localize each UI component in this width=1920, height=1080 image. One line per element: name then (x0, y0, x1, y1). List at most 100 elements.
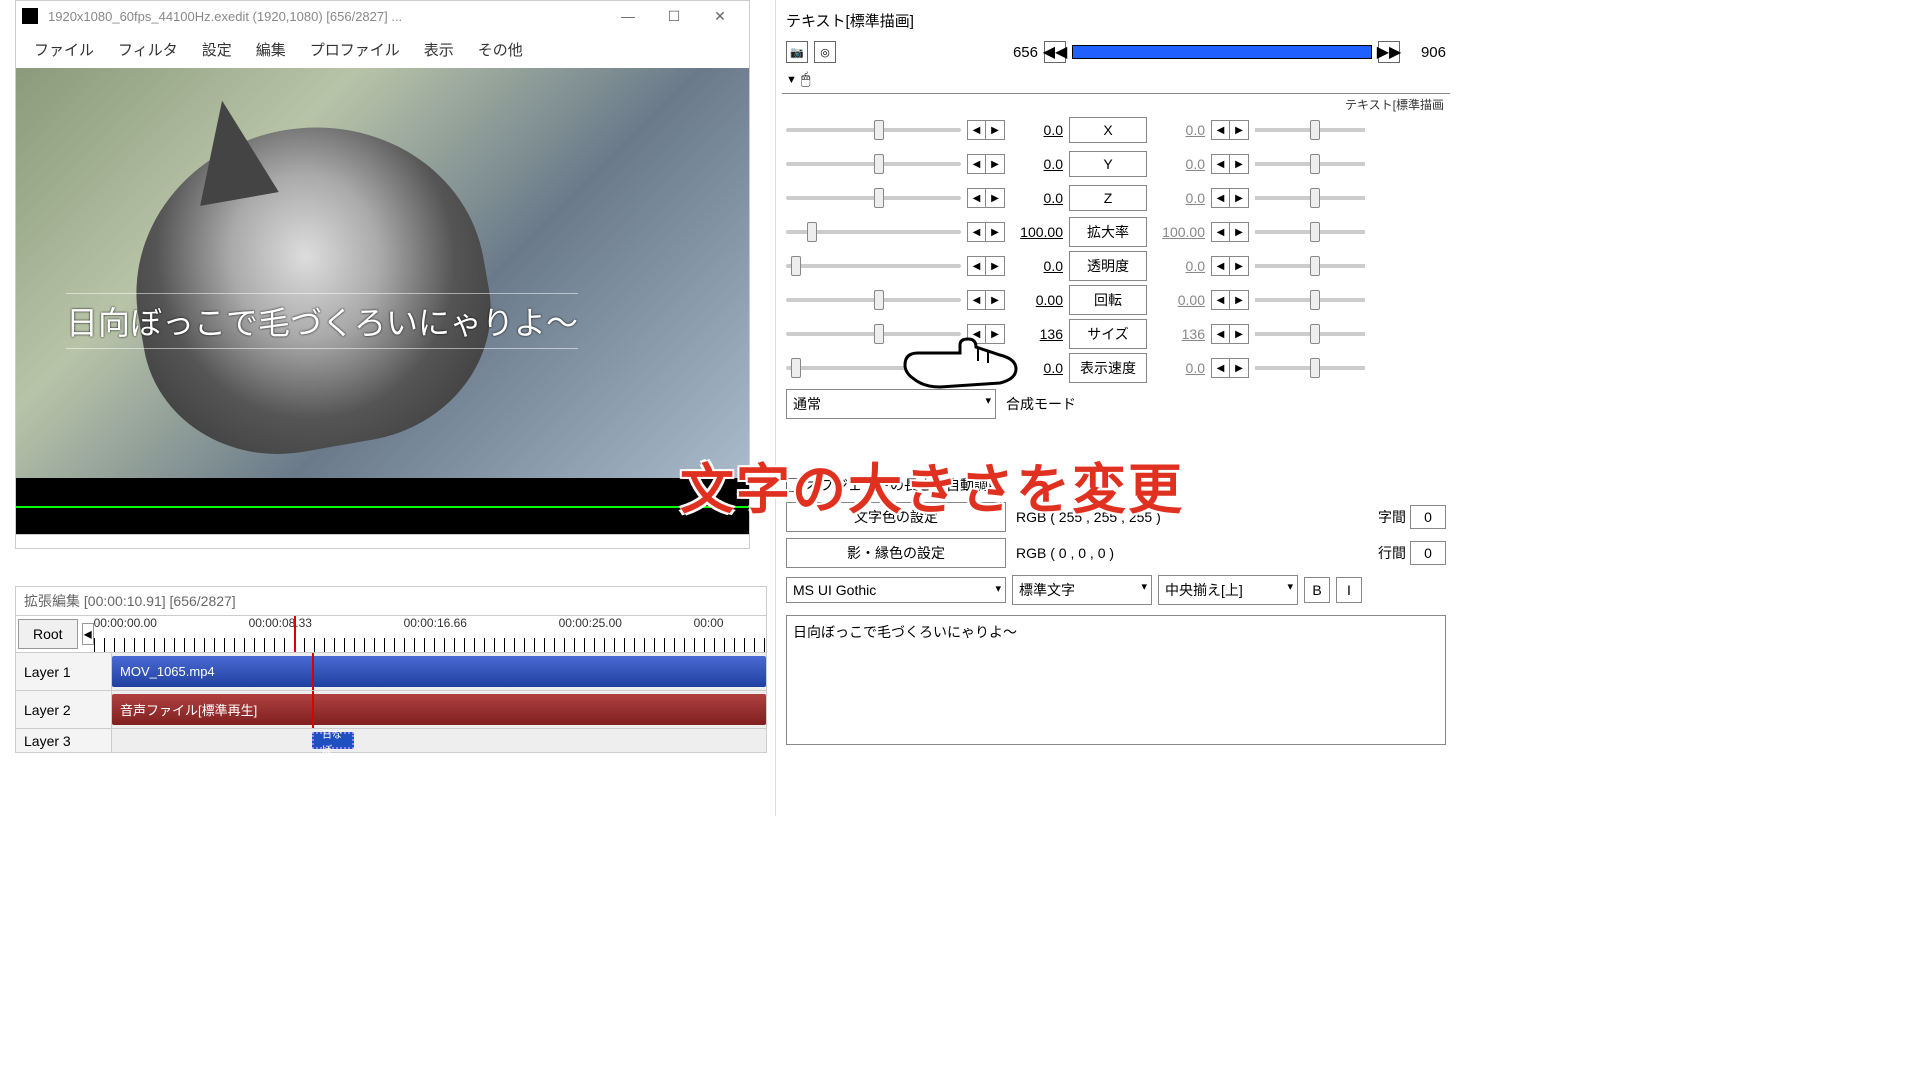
value-left[interactable]: 0.00 (1011, 292, 1063, 308)
step-buttons-right[interactable]: ◀▶ (1211, 256, 1249, 276)
step-buttons-left[interactable]: ◀▶ (967, 120, 1005, 140)
menu-edit[interactable]: 編集 (244, 35, 298, 64)
layer-label-1[interactable]: Layer 1 (16, 653, 112, 690)
slider-right[interactable] (1255, 332, 1365, 336)
step-buttons-right[interactable]: ◀▶ (1211, 222, 1249, 242)
layer-track-1[interactable]: MOV_1065.mp4 (112, 653, 766, 690)
param-label[interactable]: 回転 (1069, 285, 1147, 315)
step-buttons-left[interactable]: ◀▶ (967, 290, 1005, 310)
param-label[interactable]: Y (1069, 151, 1147, 177)
seek-end-icon[interactable]: ▶▶ (1378, 41, 1400, 63)
value-right[interactable]: 136 (1153, 326, 1205, 342)
slider-right[interactable] (1255, 230, 1365, 234)
slider-left[interactable] (786, 298, 961, 302)
slider-left[interactable] (786, 128, 961, 132)
menu-profile[interactable]: プロファイル (298, 35, 412, 64)
value-left[interactable]: 0.0 (1011, 156, 1063, 172)
step-buttons-right[interactable]: ◀▶ (1211, 188, 1249, 208)
bold-button[interactable]: B (1304, 577, 1330, 603)
value-left[interactable]: 0.0 (1011, 122, 1063, 138)
step-down-icon: ◀ (1212, 189, 1230, 207)
collapse-icon[interactable]: ▼ (786, 74, 797, 86)
menu-file[interactable]: ファイル (22, 35, 106, 64)
playhead[interactable] (294, 616, 296, 652)
menu-settings[interactable]: 設定 (190, 35, 244, 64)
font-select[interactable]: MS UI Gothic (786, 577, 1006, 603)
align-select[interactable]: 中央揃え[上] (1158, 575, 1298, 605)
text-content-input[interactable]: 日向ぼっこで毛づくろいにゃりよ〜 (786, 615, 1446, 745)
param-label[interactable]: 透明度 (1069, 251, 1147, 281)
char-spacing-input[interactable]: 0 (1410, 505, 1446, 529)
minimize-button[interactable]: — (605, 1, 651, 31)
value-right[interactable]: 100.00 (1153, 224, 1205, 240)
layer-label-3[interactable]: Layer 3 (16, 729, 112, 752)
step-buttons-right[interactable]: ◀▶ (1211, 154, 1249, 174)
layer-track-2[interactable]: 音声ファイル[標準再生] (112, 691, 766, 728)
seek-start-icon[interactable]: ◀◀ (1044, 41, 1066, 63)
value-left[interactable]: 0.0 (1011, 258, 1063, 274)
param-label[interactable]: 表示速度 (1069, 353, 1147, 383)
layer-label-2[interactable]: Layer 2 (16, 691, 112, 728)
clip-audio[interactable]: 音声ファイル[標準再生] (112, 694, 766, 725)
scroll-left-icon[interactable]: ◂ (82, 623, 94, 645)
font-style-select[interactable]: 標準文字 (1012, 575, 1152, 605)
slider-left[interactable] (786, 264, 961, 268)
step-down-icon: ◀ (1212, 155, 1230, 173)
timeline-ruler[interactable]: 00:00:00.00 00:00:08.33 00:00:16.66 00:0… (94, 616, 766, 652)
playhead[interactable] (312, 691, 314, 728)
clip-text[interactable]: 日なぼ (312, 732, 354, 749)
step-buttons-left[interactable]: ◀▶ (967, 256, 1005, 276)
step-buttons-left[interactable]: ◀▶ (967, 222, 1005, 242)
titlebar[interactable]: 1920x1080_60fps_44100Hz.exedit (1920,108… (16, 1, 749, 31)
step-down-icon: ◀ (968, 291, 986, 309)
scrollbar-horizontal[interactable] (16, 534, 749, 548)
step-buttons-right[interactable]: ◀▶ (1211, 120, 1249, 140)
slider-right[interactable] (1255, 264, 1365, 268)
window-title: 1920x1080_60fps_44100Hz.exedit (1920,108… (48, 9, 605, 24)
line-spacing-input[interactable]: 0 (1410, 541, 1446, 565)
shadow-color-button[interactable]: 影・縁色の設定 (786, 538, 1006, 568)
root-button[interactable]: Root (18, 619, 78, 649)
slider-left[interactable] (786, 162, 961, 166)
value-right[interactable]: 0.0 (1153, 156, 1205, 172)
slider-left[interactable] (786, 196, 961, 200)
italic-button[interactable]: I (1336, 577, 1362, 603)
menu-view[interactable]: 表示 (412, 35, 466, 64)
slider-right[interactable] (1255, 298, 1365, 302)
target-icon[interactable]: ◎ (814, 41, 836, 63)
step-buttons-right[interactable]: ◀▶ (1211, 290, 1249, 310)
step-buttons-right[interactable]: ◀▶ (1211, 324, 1249, 344)
playhead[interactable] (312, 653, 314, 690)
value-right[interactable]: 0.0 (1153, 122, 1205, 138)
clip-video[interactable]: MOV_1065.mp4 (112, 656, 766, 687)
close-button[interactable]: ✕ (697, 1, 743, 31)
maximize-button[interactable]: ☐ (651, 1, 697, 31)
value-right[interactable]: 0.00 (1153, 292, 1205, 308)
value-right[interactable]: 0.0 (1153, 258, 1205, 274)
step-buttons-left[interactable]: ◀▶ (967, 188, 1005, 208)
param-label[interactable]: Z (1069, 185, 1147, 211)
param-label[interactable]: 拡大率 (1069, 217, 1147, 247)
slider-right[interactable] (1255, 128, 1365, 132)
frame-slider[interactable] (1072, 45, 1372, 59)
value-right[interactable]: 0.0 (1153, 360, 1205, 376)
mouse-icon[interactable]: 🖱 (801, 71, 811, 89)
value-right[interactable]: 0.0 (1153, 190, 1205, 206)
slider-right[interactable] (1255, 366, 1365, 370)
param-row-X: ◀▶ 0.0 X 0.0 ◀▶ (782, 113, 1450, 147)
preview-text-overlay[interactable]: 日向ぼっこで毛づくろいにゃりよ〜 (66, 293, 578, 349)
layer-track-3[interactable]: 日なぼ (112, 729, 766, 752)
slider-right[interactable] (1255, 162, 1365, 166)
value-left[interactable]: 0.0 (1011, 190, 1063, 206)
camera-icon[interactable]: 📷 (786, 41, 808, 63)
param-label[interactable]: X (1069, 117, 1147, 143)
value-left[interactable]: 100.00 (1011, 224, 1063, 240)
menu-other[interactable]: その他 (466, 35, 535, 64)
step-buttons-right[interactable]: ◀▶ (1211, 358, 1249, 378)
preview-area[interactable]: 日向ぼっこで毛づくろいにゃりよ〜 (16, 68, 749, 478)
param-label[interactable]: サイズ (1069, 319, 1147, 349)
step-buttons-left[interactable]: ◀▶ (967, 154, 1005, 174)
slider-left[interactable] (786, 230, 961, 234)
menu-filter[interactable]: フィルタ (106, 35, 190, 64)
slider-right[interactable] (1255, 196, 1365, 200)
